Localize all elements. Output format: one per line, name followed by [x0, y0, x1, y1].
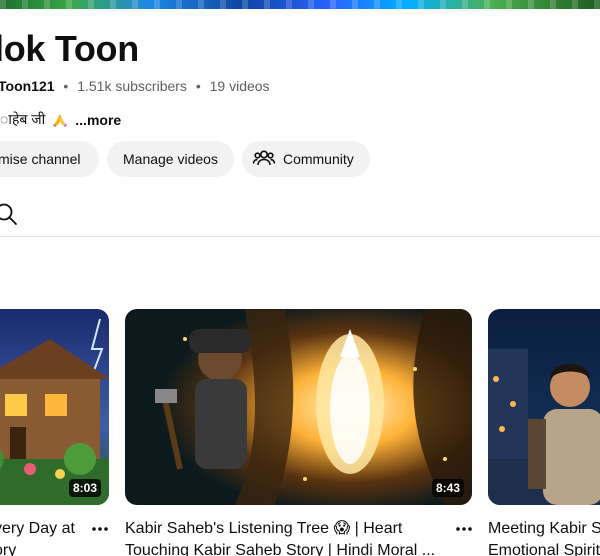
- video-title-line: Meeting Kabir S: [488, 520, 600, 537]
- community-label: Community: [282, 151, 354, 167]
- more-link[interactable]: ...more: [75, 112, 121, 128]
- separator: •: [63, 78, 69, 94]
- video-title-line: Kabir Saheb's Listening Tree 😱 | Heart: [125, 520, 403, 537]
- manage-videos-button[interactable]: Manage videos: [107, 141, 234, 177]
- video-thumbnail[interactable]: 8:03: [0, 309, 109, 505]
- search-icon[interactable]: [0, 201, 20, 227]
- video-title-line: Emotional Spirit: [488, 542, 600, 556]
- video-title[interactable]: very Day at ory: [0, 518, 84, 556]
- channel-meta: Toon121 • 1.51k subscribers • 19 videos: [0, 78, 270, 94]
- video-duration: 8:03: [68, 479, 101, 497]
- channel-description[interactable]: ाहेब जी ...more: [0, 110, 121, 129]
- video-thumbnail[interactable]: [488, 309, 600, 505]
- video-title[interactable]: Meeting Kabir S Emotional Spirit: [488, 518, 600, 556]
- video-thumbnail[interactable]: 8:43: [125, 309, 472, 505]
- more-vert-icon[interactable]: [90, 521, 110, 537]
- more-vert-icon[interactable]: [454, 521, 474, 537]
- video-duration: 8:43: [431, 479, 464, 497]
- separator: •: [195, 78, 201, 94]
- channel-name: lok Toon: [0, 28, 139, 69]
- description-text: ाहेब जी: [0, 111, 46, 127]
- channel-handle[interactable]: Toon121: [0, 78, 55, 94]
- channel-actions: mise channel Manage videos Community: [0, 141, 370, 177]
- video-title-line: very Day at: [0, 520, 75, 537]
- video-count: 19 videos: [209, 78, 270, 94]
- thumbnail-art: [488, 309, 600, 505]
- tab-divider: [0, 236, 600, 237]
- video-title[interactable]: Kabir Saheb's Listening Tree 😱 | Heart T…: [125, 518, 445, 556]
- channel-banner: [0, 0, 600, 9]
- thumbnail-art: [0, 309, 109, 505]
- manage-videos-label: Manage videos: [123, 151, 218, 167]
- customise-channel-label: mise channel: [0, 151, 81, 167]
- thumbnail-art: [125, 309, 472, 505]
- video-title-line: Touching Kabir Saheb Story | Hindi Moral…: [125, 542, 436, 556]
- subscriber-count: 1.51k subscribers: [77, 78, 187, 94]
- community-button[interactable]: Community: [241, 141, 370, 177]
- people-icon: [252, 146, 276, 173]
- video-title-line: ory: [0, 542, 17, 556]
- folded-hands-icon: [51, 112, 69, 128]
- customise-channel-button[interactable]: mise channel: [0, 141, 99, 177]
